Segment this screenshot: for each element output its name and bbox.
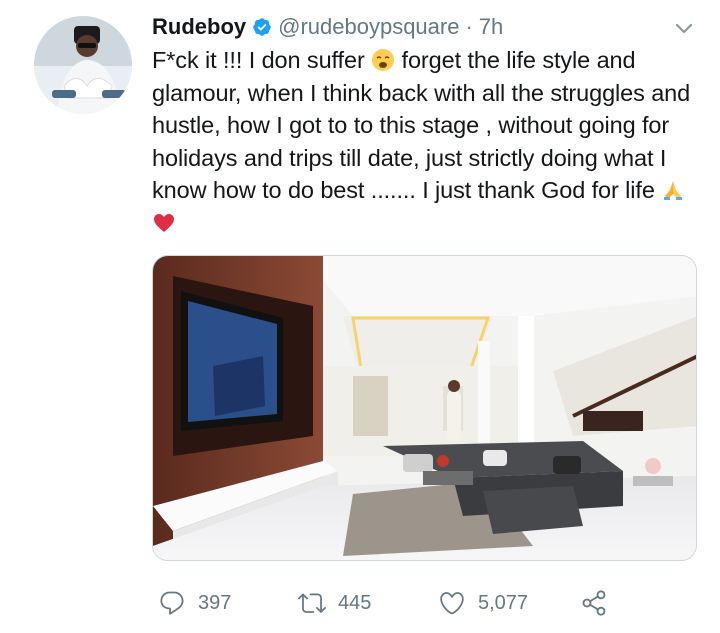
chevron-down-icon[interactable] xyxy=(672,16,696,40)
share-icon xyxy=(582,590,606,616)
reply-button[interactable]: 397 xyxy=(158,585,231,621)
tweet-media-photo[interactable] xyxy=(152,255,697,561)
avatar-photo-icon xyxy=(34,16,132,114)
tweet-text: F*ck it !!! I don suffer forget the life… xyxy=(152,44,697,240)
weary-face-emoji-icon xyxy=(372,49,395,71)
retweet-count: 445 xyxy=(338,591,372,614)
tweet-header: Rudeboy @rudeboypsquare · 7h xyxy=(152,12,503,42)
author-avatar[interactable] xyxy=(34,16,132,114)
verified-badge-icon xyxy=(253,18,271,36)
retweet-button[interactable]: 445 xyxy=(298,585,371,621)
share-button[interactable] xyxy=(580,585,608,621)
header-separator: · xyxy=(465,14,473,39)
folded-hands-emoji-icon xyxy=(664,181,683,201)
living-room-photo-icon xyxy=(153,256,696,560)
reply-icon xyxy=(160,591,184,615)
retweet-icon xyxy=(298,593,326,613)
heart-icon xyxy=(440,592,464,615)
author-handle[interactable]: @rudeboypsquare xyxy=(278,14,459,40)
tweet-text-part1: F*ck it !!! I don suffer xyxy=(152,47,372,73)
tweet-actions: 397 445 5,077 xyxy=(158,585,628,621)
like-button[interactable]: 5,077 xyxy=(438,585,528,621)
red-heart-emoji-icon xyxy=(154,213,174,232)
tweet-timestamp[interactable]: 7h xyxy=(479,14,503,40)
author-name[interactable]: Rudeboy xyxy=(152,14,246,40)
reply-count: 397 xyxy=(198,591,232,614)
like-count: 5,077 xyxy=(478,591,529,614)
